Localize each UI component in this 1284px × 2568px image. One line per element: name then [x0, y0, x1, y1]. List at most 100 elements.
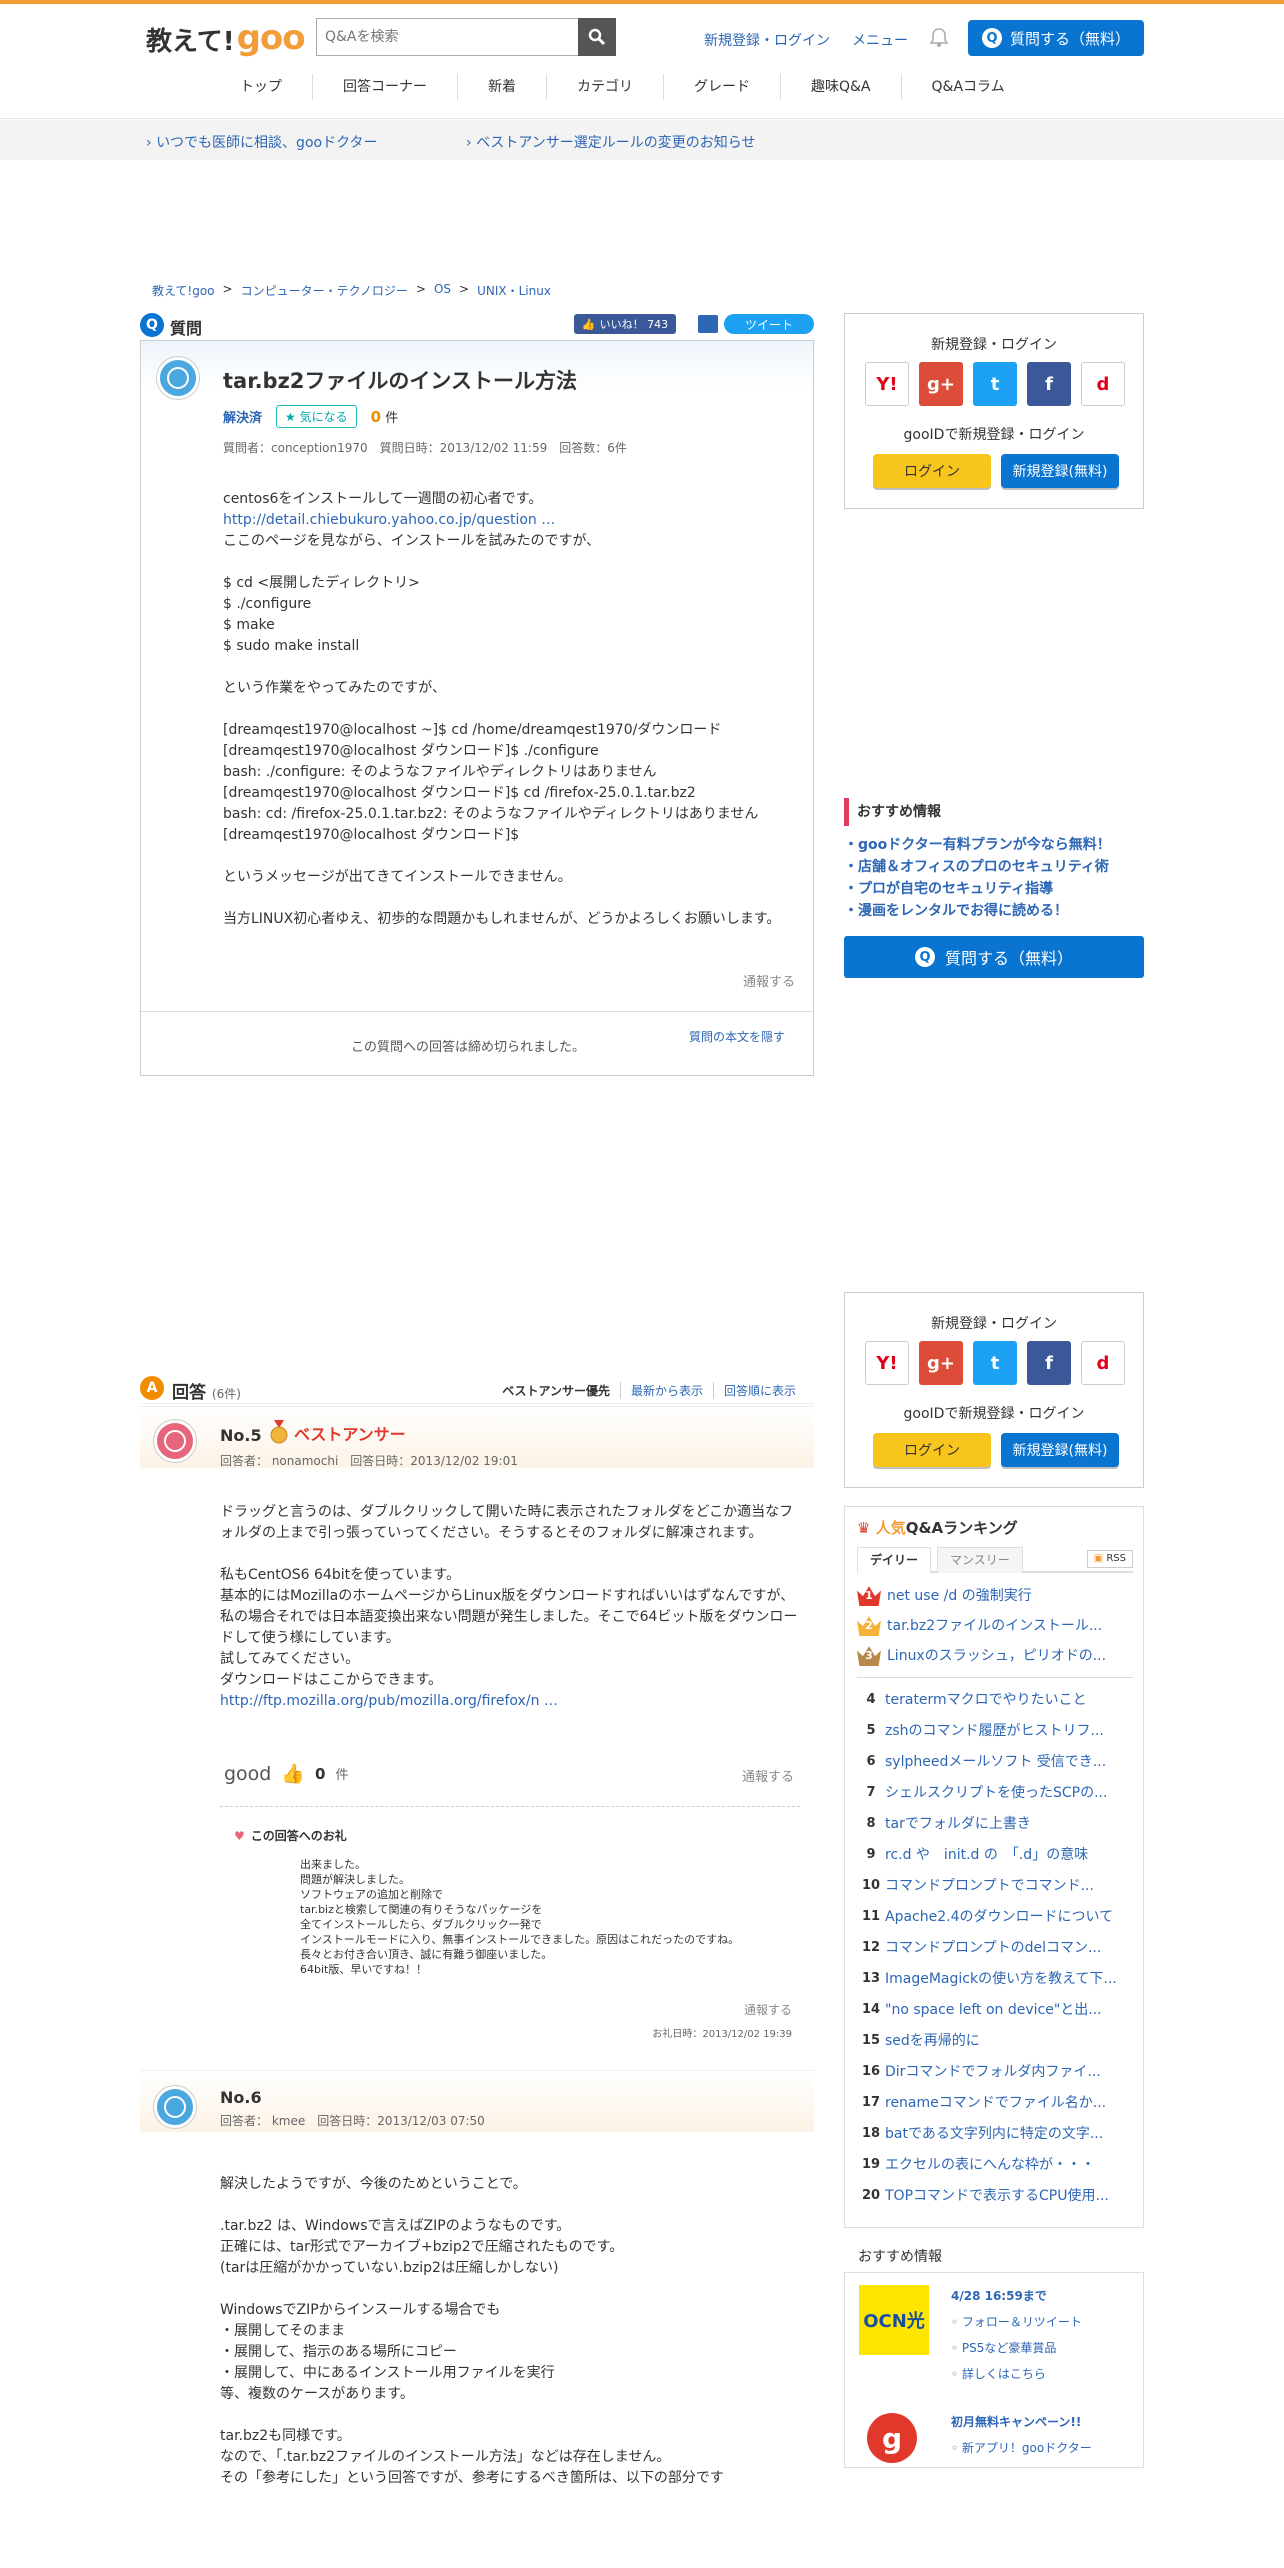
ranking-item[interactable]: 15 sedを再帰的に	[857, 2026, 1133, 2054]
rss-button[interactable]: ▣ RSS	[1086, 1550, 1133, 1568]
yahoo-login-icon[interactable]: Y!	[865, 1341, 909, 1385]
ranking-item[interactable]: 12 コマンドプロンプトのdelコマン...	[857, 1933, 1133, 1961]
ranking-link[interactable]: シェルスクリプトを使ったSCPの...	[885, 1782, 1107, 1802]
ranking-link[interactable]: batである文字列内に特定の文字...	[885, 2123, 1103, 2143]
question-link[interactable]: http://detail.chiebukuro.yahoo.co.jp/que…	[223, 512, 555, 528]
ranking-link[interactable]: tarでフォルダに上書き	[885, 1813, 1031, 1833]
menu-link[interactable]: メニュー	[852, 30, 908, 50]
ranking-link[interactable]: tar.bz2ファイルのインストール...	[887, 1615, 1102, 1635]
facebook-login-icon[interactable]: f	[1027, 1341, 1071, 1385]
ranking-link[interactable]: ImageMagickの使い方を教えて下...	[885, 1968, 1117, 1988]
goo-doctor-logo[interactable]: g	[867, 2413, 917, 2463]
ranking-link[interactable]: sylpheedメールソフト 受信でき...	[885, 1751, 1106, 1771]
nav-item-new[interactable]: 新着	[457, 74, 546, 100]
twitter-login-icon[interactable]: t	[973, 1341, 1017, 1385]
answer-link[interactable]: http://ftp.mozilla.org/pub/mozilla.org/f…	[220, 1693, 558, 1709]
register-button[interactable]: 新規登録(無料)	[1001, 1433, 1119, 1467]
bell-icon[interactable]	[928, 26, 950, 48]
ranking-item[interactable]: 11 Apache2.4のダウンロードについて	[857, 1902, 1133, 1930]
hatena-bookmark-button[interactable]	[698, 315, 718, 333]
docomo-login-icon[interactable]: d	[1081, 362, 1125, 406]
ranking-item[interactable]: 6 sylpheedメールソフト 受信でき...	[857, 1747, 1133, 1775]
ranking-item[interactable]: 4 teratermマクロでやりたいこと	[857, 1685, 1133, 1713]
search-input[interactable]	[317, 19, 579, 55]
ranking-item[interactable]: 13 ImageMagickの使い方を教えて下...	[857, 1964, 1133, 1992]
recommend-item[interactable]: ・店舗＆オフィスのプロのセキュリティ術	[844, 856, 1144, 878]
ranking-link[interactable]: コマンドプロンプトのdelコマン...	[885, 1937, 1101, 1957]
facebook-login-icon[interactable]: f	[1027, 362, 1071, 406]
ranking-item[interactable]: 5 zshのコマンド履歴がヒストリフ...	[857, 1716, 1133, 1744]
recommend-item[interactable]: ・漫画をレンタルでお得に読める！	[844, 900, 1144, 922]
ask-question-button-side[interactable]: Q 質問する（無料）	[844, 936, 1144, 978]
recommend-item[interactable]: ・プロが自宅のセキュリティ指導	[844, 878, 1144, 900]
nav-item-column[interactable]: Q&Aコラム	[900, 74, 1035, 100]
breadcrumb-item[interactable]: 教えて!goo	[152, 282, 215, 299]
ranking-item[interactable]: 7 シェルスクリプトを使ったSCPの...	[857, 1778, 1133, 1806]
avatar[interactable]	[154, 1420, 196, 1462]
ranking-item[interactable]: 16 Dirコマンドでフォルダ内ファイ...	[857, 2057, 1133, 2085]
nav-item-category[interactable]: カテゴリ	[546, 74, 663, 100]
ranking-item[interactable]: 14 "no space left on device"と出...	[857, 1995, 1133, 2023]
promo-link[interactable]: ◦ 詳しくはこちら	[951, 2361, 1082, 2387]
nav-item-grade[interactable]: グレード	[663, 74, 780, 100]
ranking-link[interactable]: renameコマンドでファイル名か...	[885, 2092, 1106, 2112]
ranking-link[interactable]: Linuxのスラッシュ，ピリオドの...	[887, 1645, 1106, 1665]
docomo-login-icon[interactable]: d	[1081, 1341, 1125, 1385]
site-logo[interactable]: 教えて! goo	[146, 18, 306, 58]
recommend-item[interactable]: ・gooドクター有料プランが今なら無料！	[844, 834, 1144, 856]
ranking-link[interactable]: net use /d の強制実行	[887, 1585, 1032, 1605]
ranking-link[interactable]: Apache2.4のダウンロードについて	[885, 1906, 1113, 1926]
ranking-link[interactable]: sedを再帰的に	[885, 2030, 980, 2050]
facebook-like-button[interactable]: 👍 いいね！ 743	[574, 314, 676, 334]
ranking-item[interactable]: 18 batである文字列内に特定の文字...	[857, 2119, 1133, 2147]
login-link[interactable]: 新規登録・ログイン	[704, 30, 830, 50]
tab-monthly[interactable]: マンスリー	[937, 1547, 1023, 1573]
yahoo-login-icon[interactable]: Y!	[865, 362, 909, 406]
sort-newest[interactable]: 最新から表示	[619, 1382, 713, 1399]
ranking-link[interactable]: コマンドプロンプトでコマンド...	[885, 1875, 1094, 1895]
ranking-link[interactable]: teratermマクロでやりたいこと	[885, 1689, 1087, 1709]
ranking-item[interactable]: 10 コマンドプロンプトでコマンド...	[857, 1871, 1133, 1899]
twitter-login-icon[interactable]: t	[973, 362, 1017, 406]
ranking-item[interactable]: 20 TOPコマンドで表示するCPU使用...	[857, 2181, 1133, 2209]
ranking-item[interactable]: 1 net use /d の強制実行	[857, 1581, 1133, 1609]
ranking-item[interactable]: 9 rc.d や init.d の 「.d」の意味	[857, 1840, 1133, 1868]
ranking-link[interactable]: TOPコマンドで表示するCPU使用...	[885, 2185, 1109, 2205]
promo-link[interactable]: ◦ 新アプリ！gooドクター	[951, 2435, 1092, 2461]
google-login-icon[interactable]: g+	[919, 362, 963, 406]
ranking-link[interactable]: "no space left on device"と出...	[885, 1999, 1102, 2019]
ask-question-button[interactable]: Q 質問する（無料）	[968, 20, 1144, 56]
ranking-item[interactable]: 19 エクセルの表にへんな枠が・・・	[857, 2150, 1133, 2178]
promo-link[interactable]: ◦ PS5など豪華賞品	[951, 2335, 1082, 2361]
nav-item-answer[interactable]: 回答コーナー	[312, 74, 457, 100]
breadcrumb-item[interactable]: UNIX・Linux	[477, 282, 551, 299]
ranking-link[interactable]: zshのコマンド履歴がヒストリフ...	[885, 1720, 1104, 1740]
good-button[interactable]: good 👍 0件	[224, 1762, 349, 1786]
report-link[interactable]: 通報する	[744, 2001, 792, 2018]
tab-daily[interactable]: デイリー	[857, 1547, 932, 1573]
google-login-icon[interactable]: g+	[919, 1341, 963, 1385]
tweet-button[interactable]: ツイート	[724, 314, 814, 334]
login-button[interactable]: ログイン	[873, 1433, 991, 1467]
nav-item-top[interactable]: トップ	[210, 74, 312, 100]
ocn-logo[interactable]: OCN光	[859, 2285, 929, 2355]
hide-question-link[interactable]: 質問の本文を隠す	[689, 1028, 785, 1045]
ranking-item[interactable]: 8 tarでフォルダに上書き	[857, 1809, 1133, 1837]
ranking-link[interactable]: rc.d や init.d の 「.d」の意味	[885, 1844, 1088, 1864]
promo-link[interactable]: ◦ フォロー＆リツイート	[951, 2309, 1082, 2335]
search-button[interactable]	[578, 18, 616, 56]
breadcrumb-item[interactable]: OS	[434, 282, 451, 299]
sort-order[interactable]: 回答順に表示	[712, 1382, 806, 1399]
sort-best[interactable]: ベストアンサー優先	[492, 1382, 620, 1399]
report-link[interactable]: 通報する	[743, 971, 795, 990]
notice-link-bestanswer[interactable]: › ベストアンサー選定ルールの変更のお知らせ	[466, 132, 756, 152]
register-button[interactable]: 新規登録(無料)	[1001, 454, 1119, 488]
favorite-button[interactable]: ★ 気になる	[276, 405, 357, 428]
avatar[interactable]	[154, 2086, 196, 2128]
notice-link-doctor[interactable]: › いつでも医師に相談、gooドクター	[146, 132, 378, 152]
ranking-link[interactable]: Dirコマンドでフォルダ内ファイ...	[885, 2061, 1101, 2081]
ranking-item[interactable]: 17 renameコマンドでファイル名か...	[857, 2088, 1133, 2116]
breadcrumb-item[interactable]: コンピューター・テクノロジー	[241, 282, 408, 299]
nav-item-hobby[interactable]: 趣味Q&A	[780, 74, 901, 100]
avatar[interactable]	[157, 357, 199, 399]
